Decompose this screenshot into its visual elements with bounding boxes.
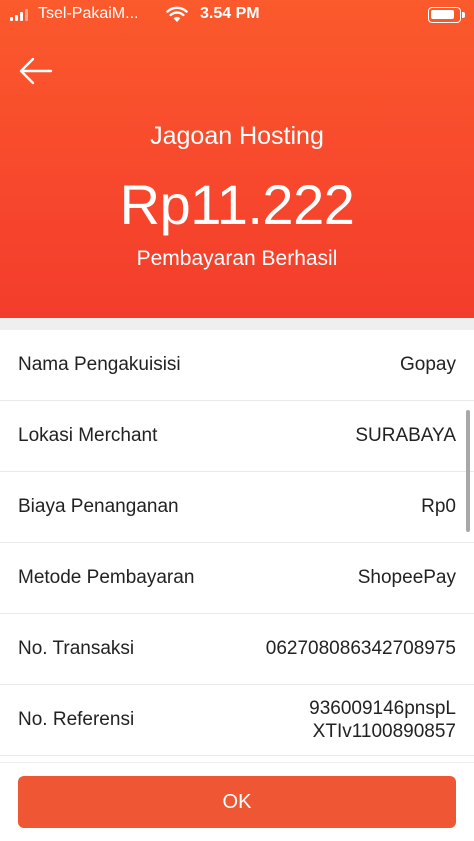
wifi-icon: [166, 6, 188, 22]
transaction-details: Nama Pengakuisisi Gopay Lokasi Merchant …: [0, 330, 474, 756]
back-arrow-icon[interactable]: [18, 54, 54, 88]
detail-label: Metode Pembayaran: [18, 567, 195, 588]
detail-value: Gopay: [400, 354, 456, 375]
footer: OK: [0, 762, 474, 841]
reference-line-2: XTIv1100890857: [312, 721, 456, 742]
detail-value: 062708086342708975: [265, 638, 456, 659]
reference-line-1: 936009146pnspL: [309, 698, 456, 719]
header: Tsel-PakaiM... 3.54 PM Jagoan Hosting Rp…: [0, 0, 474, 318]
detail-label: No. Referensi: [18, 709, 135, 730]
detail-row-handling-fee: Biaya Penanganan Rp0: [0, 472, 474, 543]
detail-row-reference-number: No. Referensi 936009146pnspL XTIv1100890…: [0, 685, 474, 756]
ok-button[interactable]: OK: [18, 776, 456, 828]
clock-time: 3.54 PM: [200, 5, 260, 22]
detail-label: Lokasi Merchant: [18, 425, 158, 446]
battery-icon: [428, 7, 465, 23]
battery-level: [431, 10, 454, 19]
status-bar: Tsel-PakaiM... 3.54 PM: [0, 0, 474, 30]
merchant-name: Jagoan Hosting: [150, 122, 324, 150]
detail-row-acquirer: Nama Pengakuisisi Gopay: [0, 330, 474, 401]
section-divider: [0, 318, 474, 330]
detail-label: Biaya Penanganan: [18, 496, 179, 517]
payment-status: Pembayaran Berhasil: [136, 247, 338, 270]
detail-label: Nama Pengakuisisi: [18, 354, 181, 375]
detail-value: SURABAYA: [355, 425, 456, 446]
detail-label: No. Transaksi: [18, 638, 135, 659]
scrollbar[interactable]: [466, 410, 470, 532]
carrier-name: Tsel-PakaiM...: [38, 5, 139, 22]
detail-value: Rp0: [421, 496, 456, 517]
detail-row-merchant-location: Lokasi Merchant SURABAYA: [0, 401, 474, 472]
detail-value: 936009146pnspL XTIv1100890857: [309, 697, 456, 743]
cellular-signal-icon: [10, 9, 28, 21]
detail-row-payment-method: Metode Pembayaran ShopeePay: [0, 543, 474, 614]
detail-row-transaction-number: No. Transaksi 062708086342708975: [0, 614, 474, 685]
detail-value: ShopeePay: [357, 567, 456, 588]
payment-amount: Rp11.222: [119, 173, 355, 236]
